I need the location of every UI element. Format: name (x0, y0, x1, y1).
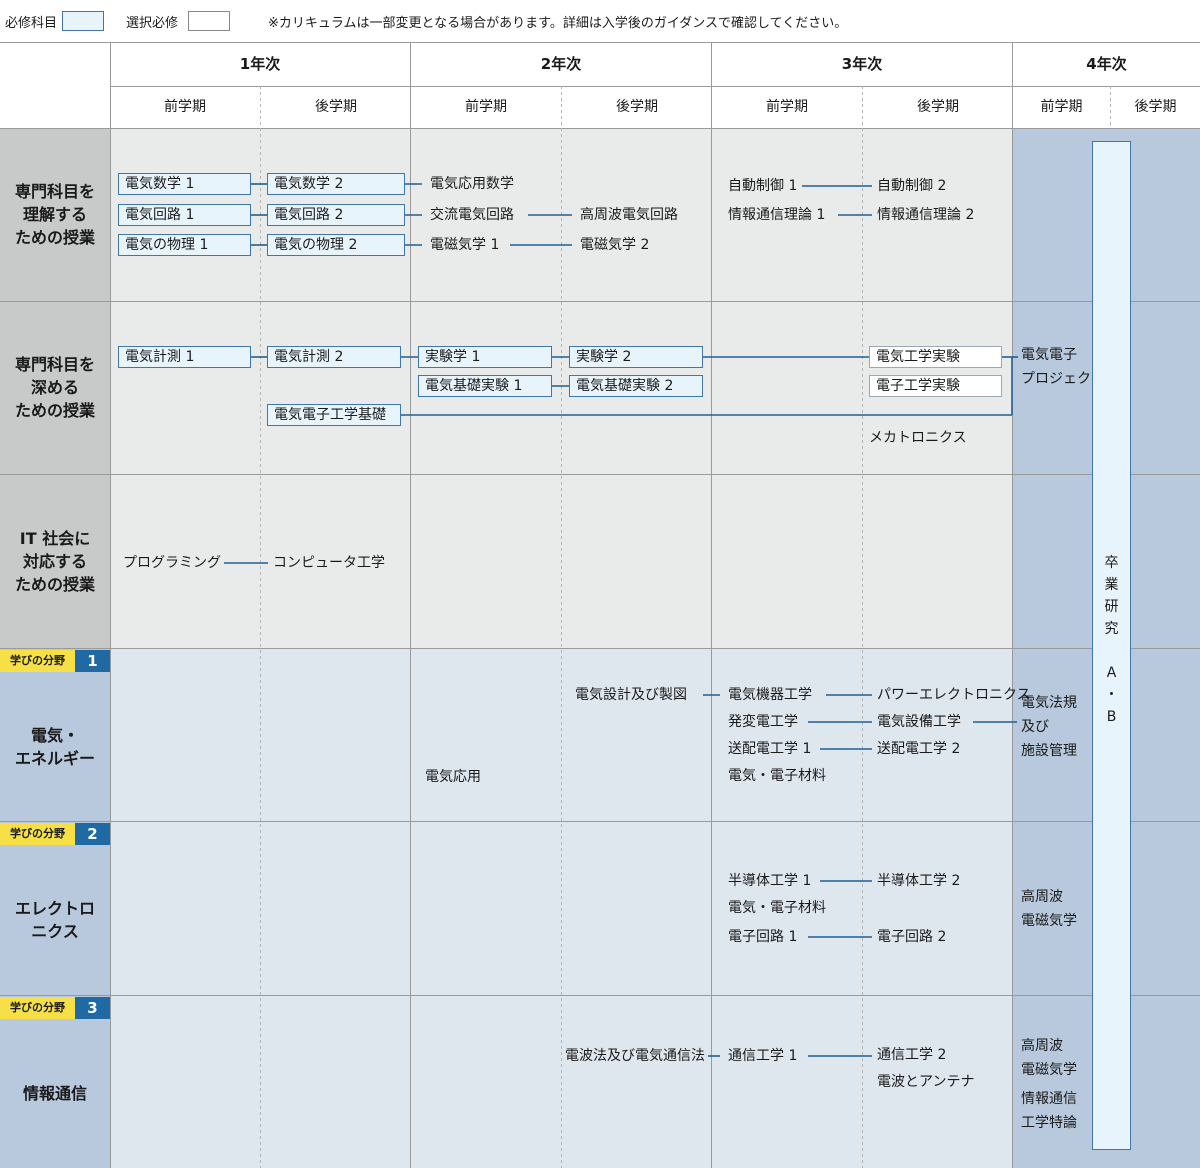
term-header: 前学期 (1040, 99, 1083, 115)
course-label: 通信工学 1 (728, 1048, 798, 1064)
course-box-required: 実験学 1 (418, 346, 552, 368)
course-box-required: 電気電子工学基礎 (267, 404, 401, 426)
course-label: 情報通信理論 1 (728, 207, 826, 223)
legend-elective-label: 選択必修 (126, 16, 179, 31)
row-label-it-society: IT 社会に 対応する ための授業 (14, 528, 95, 594)
course-label: 電気・電子材料 (728, 768, 826, 784)
course-label: 電気設備工学 (877, 714, 961, 730)
term-header: 前学期 (465, 99, 507, 115)
course-box-required: 電気基礎実験 2 (569, 375, 703, 397)
course-label: 電子回路 2 (877, 929, 947, 945)
course-label: 送配電工学 2 (877, 741, 961, 757)
course-label: 高周波 電磁気学 (1021, 889, 1077, 929)
field-tag-number: 2 (75, 823, 110, 845)
course-box-required: 電気基礎実験 1 (418, 375, 552, 397)
graduation-research-label: 卒 業 研 究 A ・ B (1104, 555, 1119, 725)
legend-notice: ※カリキュラムは一部変更となる場合があります。詳細は入学後のガイダンスで確認して… (268, 16, 848, 31)
course-box-required: 電気計測 2 (267, 346, 401, 368)
course-label: 電磁気学 1 (430, 237, 500, 253)
term-header: 後学期 (315, 99, 357, 115)
field-tag: 学びの分野 3 (0, 997, 110, 1019)
row-label-electronics: エレクトロ ニクス (14, 899, 95, 941)
course-label: プログラミング (123, 555, 221, 571)
course-label: 電気応用 (425, 769, 481, 785)
field-tag-label: 学びの分野 (0, 823, 75, 845)
course-box-required: 実験学 2 (569, 346, 703, 368)
course-label: 高周波 電磁気学 (1021, 1038, 1077, 1078)
course-label: 半導体工学 1 (728, 873, 812, 889)
year-header-1: 1年次 (239, 55, 281, 73)
course-box-required: 電気数学 2 (267, 173, 405, 195)
course-label: 電波法及び電気通信法 (565, 1048, 705, 1064)
course-label: 高周波電気回路 (580, 207, 678, 223)
course-box-required: 電気の物理 1 (118, 234, 251, 256)
row-label-deepen: 専門科目を 深める ための授業 (14, 355, 95, 420)
course-label: 電子回路 1 (728, 929, 798, 945)
legend-required-swatch (62, 11, 104, 31)
term-header: 後学期 (1134, 99, 1177, 115)
field-tag: 学びの分野 1 (0, 650, 110, 672)
course-box-required: 電気回路 2 (267, 204, 405, 226)
course-label: 半導体工学 2 (877, 873, 961, 889)
course-box-elective: 電気工学実験 (869, 346, 1002, 368)
course-label: 電気設計及び製図 (575, 687, 687, 703)
legend-required-label: 必修科目 (5, 16, 58, 31)
course-label: 発変電工学 (728, 714, 798, 730)
course-label: 情報通信理論 2 (877, 207, 975, 223)
course-box-elective: 電子工学実験 (869, 375, 1002, 397)
graduation-research-box: 卒 業 研 究 A ・ B (1092, 141, 1131, 1150)
field-tag: 学びの分野 2 (0, 823, 110, 845)
course-box-required: 電気の物理 2 (267, 234, 405, 256)
course-label: 電磁気学 2 (580, 237, 650, 253)
row-label-info-comm: 情報通信 (22, 1084, 87, 1103)
course-label: パワーエレクトロニクス (877, 687, 1031, 703)
term-header: 前学期 (766, 99, 808, 115)
year-header-4: 4年次 (1086, 55, 1127, 73)
course-label: 通信工学 2 (877, 1047, 947, 1063)
course-label: 自動制御 2 (877, 178, 947, 194)
course-label: 情報通信 工学特論 (1021, 1091, 1077, 1131)
term-header: 後学期 (616, 99, 658, 115)
course-label: 電気機器工学 (728, 687, 812, 703)
term-header: 後学期 (917, 99, 959, 115)
year-header-3: 3年次 (841, 55, 883, 73)
term-header: 前学期 (164, 99, 206, 115)
field-tag-number: 3 (75, 997, 110, 1019)
course-label: 自動制御 1 (728, 178, 798, 194)
course-label: メカトロニクス (869, 430, 967, 446)
year-header-2: 2年次 (540, 55, 582, 73)
course-box-required: 電気回路 1 (118, 204, 251, 226)
row-label-understand: 専門科目を 理解する ための授業 (14, 182, 95, 247)
course-label: 電気・電子材料 (728, 900, 826, 916)
legend-elective-swatch (188, 11, 230, 31)
course-label: コンピュータ工学 (273, 555, 385, 571)
course-label: 電気応用数学 (430, 176, 514, 192)
course-label: 交流電気回路 (430, 207, 514, 223)
field-tag-number: 1 (75, 650, 110, 672)
row-label-energy: 電気・ エネルギー (14, 726, 95, 768)
course-label: 送配電工学 1 (728, 741, 812, 757)
course-box-required: 電気計測 1 (118, 346, 251, 368)
course-label: 電波とアンテナ (877, 1074, 975, 1090)
course-label: 電気法規 及び 施設管理 (1021, 695, 1077, 759)
field-tag-label: 学びの分野 (0, 997, 75, 1019)
field-tag-label: 学びの分野 (0, 650, 75, 672)
course-box-required: 電気数学 1 (118, 173, 251, 195)
